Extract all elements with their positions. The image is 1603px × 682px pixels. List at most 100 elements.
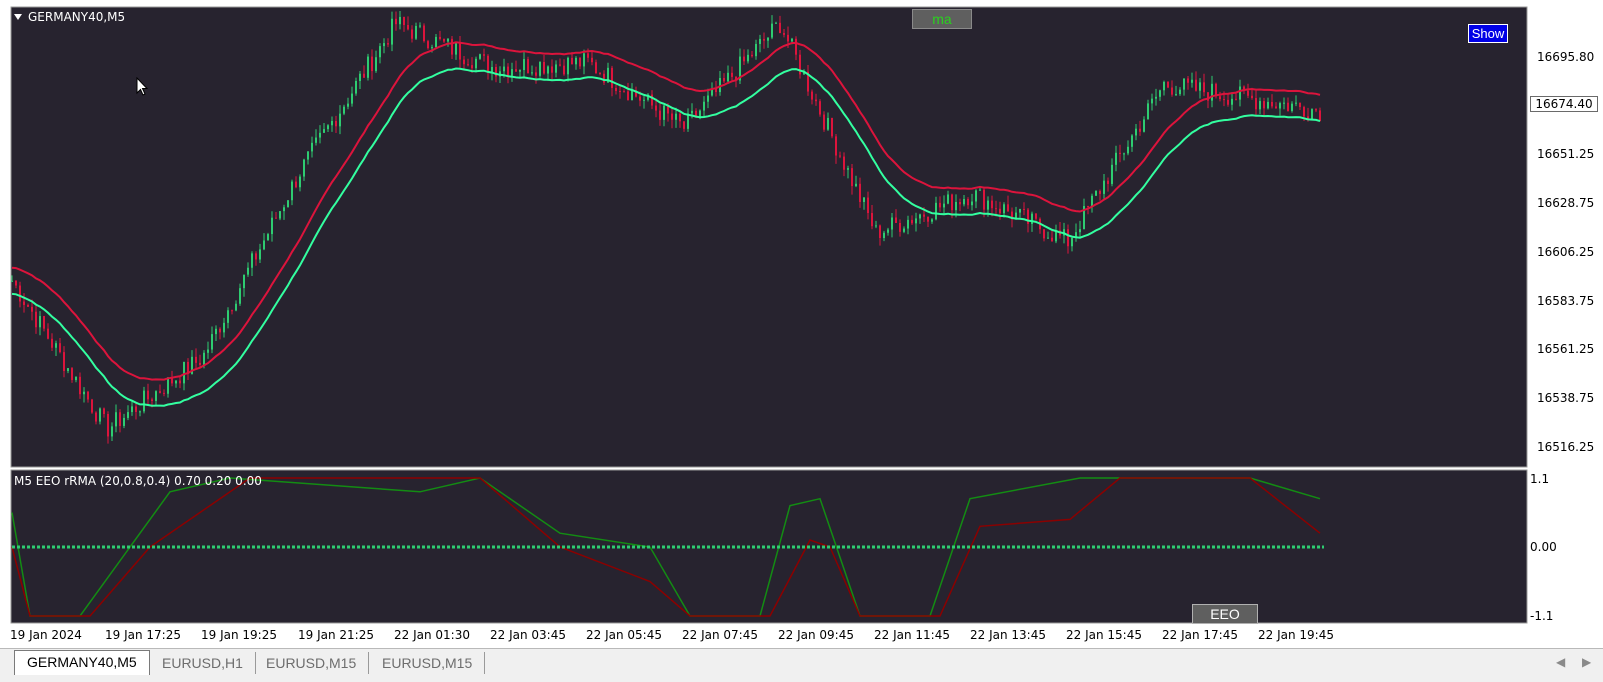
tab-eurusd-m15-2[interactable]: EURUSD,M15 [370,652,486,674]
time-axis-label: 19 Jan 21:25 [298,628,374,642]
candle-body [1143,119,1145,132]
candle-body [939,202,941,208]
candle-body [135,406,137,412]
candle-body [683,121,685,129]
candle-body [759,38,761,44]
candle-body [123,417,125,426]
candle-body [183,361,185,384]
candle-body [1111,164,1113,184]
candle-body [655,105,657,111]
collapse-arrow-icon[interactable] [14,14,22,20]
candle-body [699,110,701,117]
candle-body [411,29,413,39]
candle-body [955,201,957,211]
indicator-axis-label: 0.00 [1530,540,1557,554]
current-price-label: 16674.40 [1530,96,1598,112]
candle-body [1235,98,1237,100]
candle-body [219,328,221,333]
scroll-left-icon[interactable]: ◀ [1556,655,1565,669]
candle-body [1315,109,1317,111]
candle-body [795,38,797,55]
candle-body [1203,82,1205,93]
scroll-right-icon[interactable]: ▶ [1582,655,1591,669]
candle-body [159,391,161,393]
candle-body [235,303,237,311]
candle-body [287,200,289,208]
candle-body [895,217,897,223]
candle-body [999,208,1001,214]
candle-body [843,156,845,170]
show-button[interactable]: Show [1468,24,1508,43]
candle-body [87,391,89,400]
candle-body [271,217,273,235]
candle-body [1067,229,1069,247]
candle-body [931,219,933,222]
candle-body [299,176,301,188]
candle-body [691,110,693,114]
candle-body [475,58,477,69]
ma-button[interactable]: ma [912,9,972,29]
candle-body [1211,83,1213,101]
candle-body [327,125,329,130]
candle-body [1159,90,1161,97]
candle-body [959,201,961,205]
candle-body [239,288,241,304]
candle-body [1135,128,1137,136]
candle-body [383,43,385,47]
candle-body [1003,204,1005,214]
candle-body [103,408,105,414]
candle-body [1119,152,1121,154]
candle-body [1263,101,1265,109]
candle-body [835,136,837,156]
candle-body [987,200,989,210]
candle-body [115,412,117,427]
candle-body [59,343,61,353]
chart-canvas[interactable] [0,0,1603,652]
candle-body [819,101,821,115]
candle-body [859,183,861,202]
candle-body [107,413,109,437]
candle-body [927,216,929,222]
candle-body [911,219,913,224]
candle-body [1163,81,1165,91]
candle-body [1227,99,1229,105]
candle-body [643,99,645,101]
candle-body [763,38,765,41]
candle-body [375,57,377,72]
time-axis-label: 22 Jan 05:45 [586,628,662,642]
candle-body [279,211,281,219]
tab-eurusd-h1[interactable]: EURUSD,H1 [150,652,256,674]
candle-body [215,328,217,335]
time-axis-label: 19 Jan 17:25 [105,628,181,642]
indicator-axis-label: 1.1 [1530,472,1550,486]
candle-body [1239,86,1241,100]
candle-body [355,81,357,94]
candle-body [267,234,269,241]
candle-body [1299,102,1301,108]
candle-body [347,103,349,107]
candle-body [723,78,725,82]
price-axis-label: 16628.75 [1537,196,1595,210]
candle-body [487,55,489,73]
candle-body [467,64,469,66]
candle-body [839,155,841,157]
candle-body [1259,101,1261,110]
candle-body [751,54,753,57]
candle-body [111,426,113,437]
candle-body [463,59,465,65]
main-pane [10,6,1528,468]
candle-body [47,328,49,339]
time-axis-label: 22 Jan 03:45 [490,628,566,642]
candle-body [211,334,213,350]
candle-body [919,214,921,219]
candle-body [1175,94,1177,96]
eeo-button[interactable]: EEO [1192,604,1258,624]
tab-germany40-m5[interactable]: GERMANY40,M5 [14,650,150,675]
candle-body [1007,204,1009,212]
candle-body [1147,103,1149,120]
candle-body [75,376,77,381]
candle-body [747,54,749,62]
candle-body [887,229,889,233]
candle-body [351,93,353,104]
tab-eurusd-m15[interactable]: EURUSD,M15 [254,652,370,674]
